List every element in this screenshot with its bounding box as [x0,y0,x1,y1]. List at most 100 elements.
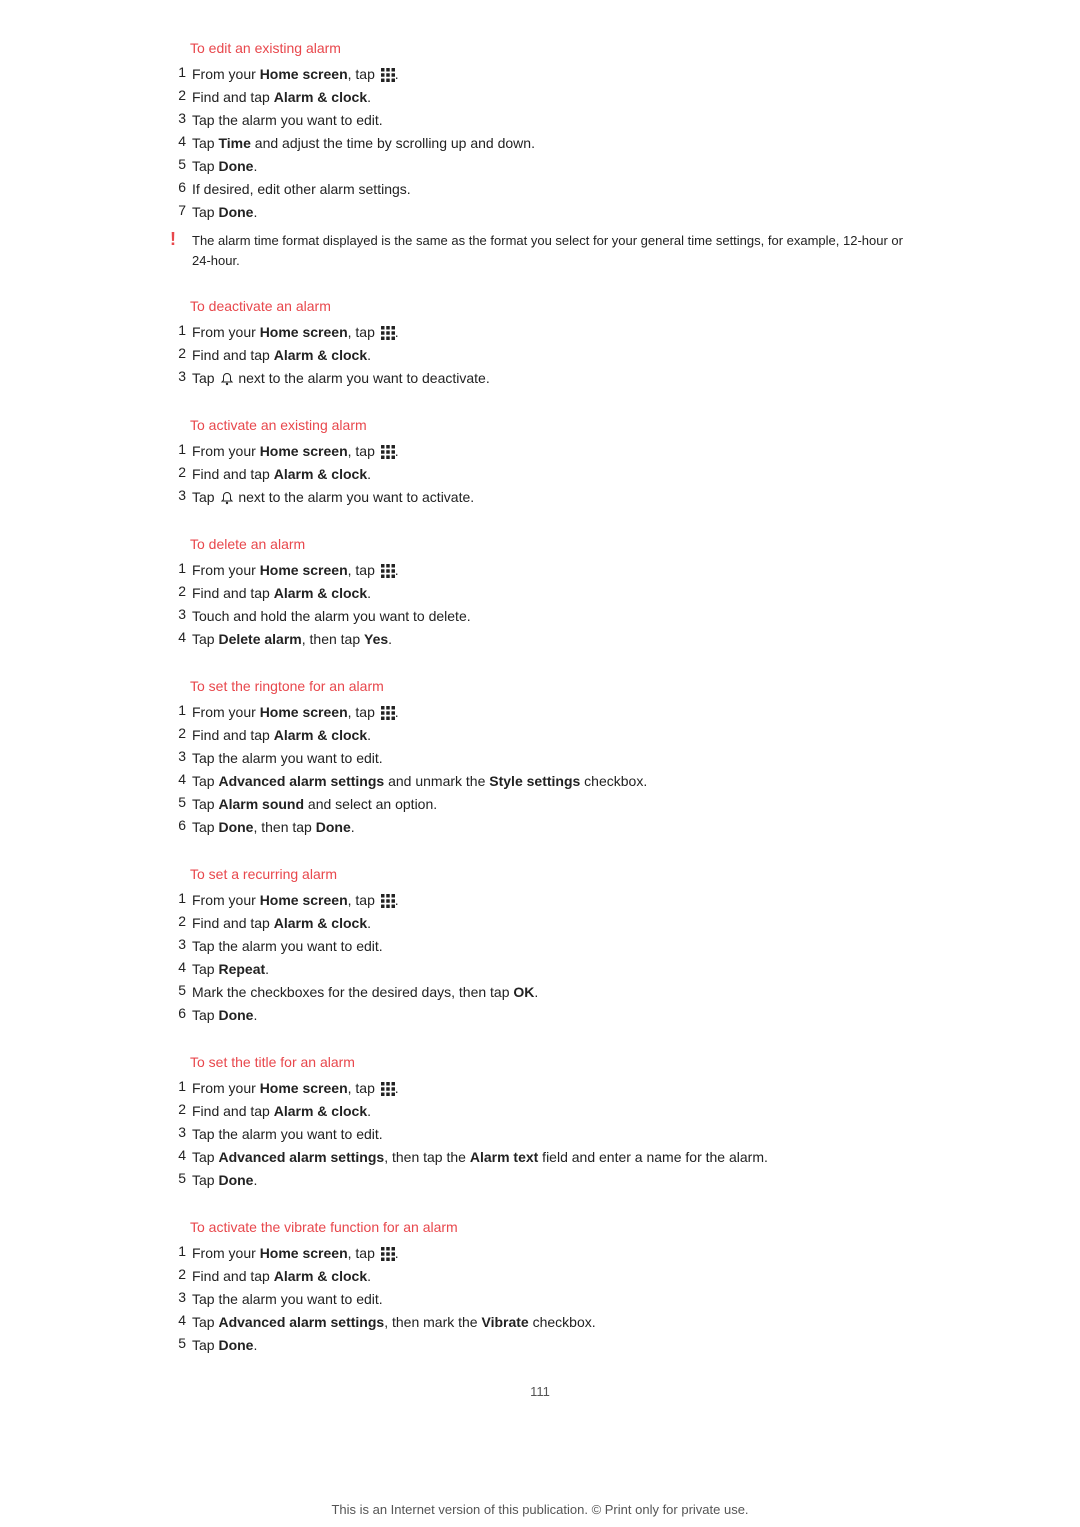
step-content: If desired, edit other alarm settings. [192,179,411,200]
step-content: Tap Done, then tap Done. [192,817,355,838]
page-number: 111 [160,1384,920,1399]
step-content: From your Home screen, tap . [192,890,399,911]
step-item: 4Tap Delete alarm, then tap Yes. [160,629,920,650]
step-item: 1From your Home screen, tap . [160,560,920,581]
section-title-set-title: To set the title for an alarm [160,1054,920,1070]
note-text: The alarm time format displayed is the s… [192,231,920,270]
step-number: 3 [170,606,192,622]
step-number: 4 [170,959,192,975]
step-content: Tap Time and adjust the time by scrollin… [192,133,535,154]
step-item: 5Tap Done. [160,1170,920,1191]
step-item: 4Tap Time and adjust the time by scrolli… [160,133,920,154]
step-item: 3Tap the alarm you want to edit. [160,110,920,131]
step-content: Mark the checkboxes for the desired days… [192,982,538,1003]
step-content: Tap next to the alarm you want to deacti… [192,368,490,389]
step-number: 2 [170,1266,192,1282]
step-item: 3Tap the alarm you want to edit. [160,1124,920,1145]
step-number: 2 [170,464,192,480]
step-number: 5 [170,1335,192,1351]
step-content: Find and tap Alarm & clock. [192,345,371,366]
step-number: 4 [170,1312,192,1328]
step-content: Touch and hold the alarm you want to del… [192,606,471,627]
bell-icon [220,371,234,385]
step-content: Find and tap Alarm & clock. [192,1266,371,1287]
step-content: Tap Done. [192,1170,257,1191]
step-number: 3 [170,110,192,126]
step-item: 2Find and tap Alarm & clock. [160,464,920,485]
step-item: 2Find and tap Alarm & clock. [160,913,920,934]
step-content: Find and tap Alarm & clock. [192,583,371,604]
steps-list-activate-alarm: 1From your Home screen, tap .2Find and t… [160,441,920,508]
step-item: 3Touch and hold the alarm you want to de… [160,606,920,627]
grid-icon [381,67,395,81]
step-item: 1From your Home screen, tap . [160,1243,920,1264]
step-number: 3 [170,748,192,764]
footer-text: This is an Internet version of this publ… [331,1502,748,1517]
section-set-recurring: To set a recurring alarm1From your Home … [160,866,920,1026]
step-item: 2Find and tap Alarm & clock. [160,1101,920,1122]
step-content: Tap Advanced alarm settings, then tap th… [192,1147,768,1168]
step-item: 5Tap Done. [160,1335,920,1356]
step-content: Tap Alarm sound and select an option. [192,794,437,815]
step-content: Find and tap Alarm & clock. [192,464,371,485]
section-deactivate-alarm: To deactivate an alarm 1From your Home sc… [160,298,920,389]
step-number: 4 [170,133,192,149]
steps-list-deactivate-alarm: 1From your Home screen, tap .2Find and t… [160,322,920,389]
grid-icon [381,325,395,339]
step-content: From your Home screen, tap . [192,322,399,343]
section-title-delete-alarm: To delete an alarm [160,536,920,552]
step-content: Tap the alarm you want to edit. [192,1289,383,1310]
step-content: Tap Advanced alarm settings, then mark t… [192,1312,596,1333]
step-item: 4Tap Advanced alarm settings, then mark … [160,1312,920,1333]
step-content: Tap the alarm you want to edit. [192,110,383,131]
step-content: Tap the alarm you want to edit. [192,748,383,769]
step-item: 2Find and tap Alarm & clock. [160,87,920,108]
step-number: 3 [170,487,192,503]
step-item: 6Tap Done, then tap Done. [160,817,920,838]
step-number: 5 [170,794,192,810]
section-title-deactivate-alarm: To deactivate an alarm [160,298,920,314]
step-content: Tap Done. [192,156,257,177]
step-number: 3 [170,1124,192,1140]
step-content: Tap Delete alarm, then tap Yes. [192,629,392,650]
section-activate-vibrate: To activate the vibrate function for an … [160,1219,920,1356]
step-item: 4Tap Advanced alarm settings and unmark … [160,771,920,792]
step-number: 1 [170,702,192,718]
step-item: 3Tap the alarm you want to edit. [160,936,920,957]
footer: This is an Internet version of this publ… [0,1484,1080,1527]
step-content: Tap Done. [192,202,257,223]
step-item: 2Find and tap Alarm & clock. [160,583,920,604]
step-item: 2Find and tap Alarm & clock. [160,725,920,746]
exclamation-icon: ! [170,229,192,250]
step-item: 1From your Home screen, tap . [160,702,920,723]
step-number: 6 [170,179,192,195]
step-number: 2 [170,725,192,741]
step-item: 3Tap next to the alarm you want to activ… [160,487,920,508]
section-title-set-ringtone: To set the ringtone for an alarm [160,678,920,694]
step-item: 3Tap the alarm you want to edit. [160,748,920,769]
section-delete-alarm: To delete an alarm 1From your Home screen… [160,536,920,650]
step-number: 6 [170,1005,192,1021]
step-item: 3Tap the alarm you want to edit. [160,1289,920,1310]
grid-icon [381,563,395,577]
steps-list-edit-alarm: 1From your Home screen, tap .2Find and t… [160,64,920,223]
step-number: 2 [170,87,192,103]
step-number: 5 [170,156,192,172]
step-content: From your Home screen, tap . [192,1243,399,1264]
step-item: 2Find and tap Alarm & clock. [160,345,920,366]
step-number: 1 [170,441,192,457]
steps-list-set-ringtone: 1From your Home screen, tap .2Find and t… [160,702,920,838]
section-activate-alarm: To activate an existing alarm1From your … [160,417,920,508]
step-item: 5Mark the checkboxes for the desired day… [160,982,920,1003]
section-title-set-recurring: To set a recurring alarm [160,866,920,882]
step-number: 1 [170,560,192,576]
sections-container: To edit an existing alarm1From your Home… [160,40,920,1356]
steps-list-set-title: 1From your Home screen, tap .2Find and t… [160,1078,920,1191]
step-content: Tap next to the alarm you want to activa… [192,487,474,508]
step-item: 3Tap next to the alarm you want to deact… [160,368,920,389]
steps-list-delete-alarm: 1From your Home screen, tap .2Find and t… [160,560,920,650]
step-number: 3 [170,936,192,952]
step-number: 4 [170,771,192,787]
step-content: Find and tap Alarm & clock. [192,913,371,934]
step-content: Tap Repeat. [192,959,269,980]
